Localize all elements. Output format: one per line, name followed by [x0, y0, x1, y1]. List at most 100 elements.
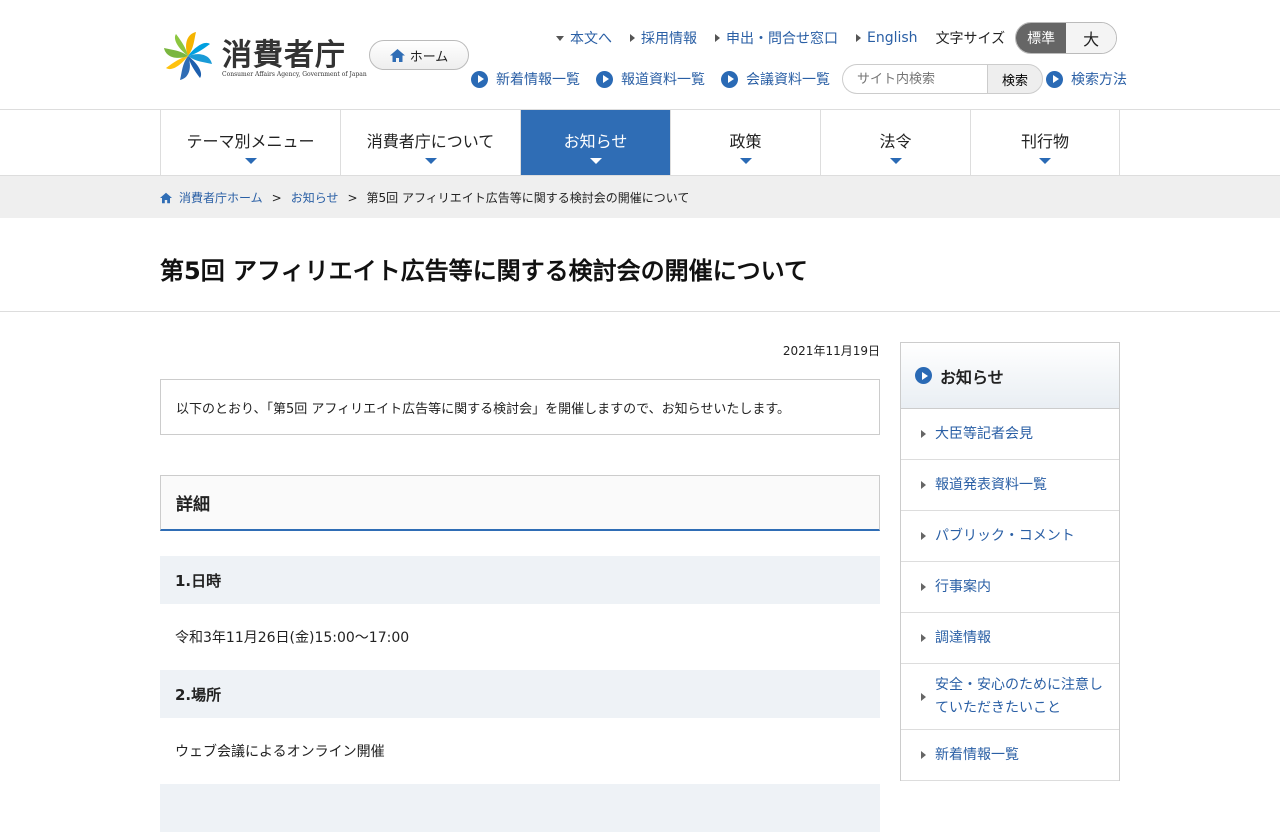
arrow-right-icon: [921, 532, 926, 540]
side-item-label: 報道発表資料一覧: [935, 476, 1047, 493]
breadcrumb-news-link[interactable]: お知らせ: [291, 189, 339, 206]
gnav-item-theme-menu[interactable]: テーマ別メニュー: [161, 110, 341, 175]
side-item-minister-press[interactable]: 大臣等記者会見: [901, 409, 1119, 460]
side-item-events[interactable]: 行事案内: [901, 562, 1119, 613]
site-logo[interactable]: 消費者庁 Consumer Affairs Agency, Government…: [160, 30, 367, 82]
search-button[interactable]: 検索: [987, 64, 1043, 94]
gnav-item-news[interactable]: お知らせ: [521, 110, 671, 175]
play-circle-icon: [471, 70, 488, 88]
gnav-item-laws[interactable]: 法令: [821, 110, 971, 175]
subsection-body-datetime: 令和3年11月26日(金)15:00～17:00: [175, 630, 410, 646]
side-nav: お知らせ 大臣等記者会見 報道発表資料一覧 パブリック・コメント 行事案内 調達…: [900, 342, 1120, 781]
main-content: 2021年11月19日 以下のとおり、「第5回 アフィリエイト広告等に関する検討…: [160, 342, 880, 832]
side-item-label: 調達情報: [935, 629, 991, 646]
breadcrumb-current: 第5回 アフィリエイト広告等に関する検討会の開催について: [366, 191, 690, 205]
side-item-label: 安全・安心のために注意していただきたいこと: [935, 676, 1103, 716]
sub-link-label: 報道資料一覧: [621, 72, 705, 88]
play-circle-icon: [721, 70, 738, 88]
link-meeting-materials[interactable]: 会議資料一覧: [721, 69, 830, 89]
subsection-heading-location: 2.場所: [160, 670, 880, 718]
side-nav-heading: お知らせ: [901, 343, 1119, 409]
breadcrumb-separator: >: [347, 190, 358, 205]
arrow-right-icon: [921, 692, 926, 701]
util-link-english[interactable]: English: [856, 30, 918, 46]
pinwheel-logo-icon: [164, 32, 212, 80]
chevron-down-icon: [1039, 158, 1051, 164]
font-size-label: 文字サイズ: [935, 31, 1006, 47]
sub-link-label: 検索方法: [1071, 72, 1127, 88]
util-link-label: 本文へ: [570, 31, 612, 47]
chevron-down-icon: [424, 158, 437, 164]
sub-link-label: 会議資料一覧: [746, 72, 830, 88]
font-size-large-button[interactable]: 大: [1066, 23, 1117, 53]
arrow-right-icon: [630, 34, 635, 42]
arrow-right-icon: [921, 481, 926, 489]
subsection-heading-next: [160, 784, 880, 832]
logo-subtitle: Consumer Affairs Agency, Government of J…: [222, 71, 367, 78]
sub-link-label: 新着情報一覧: [496, 72, 580, 88]
arrow-right-icon: [921, 751, 926, 759]
link-search-help[interactable]: 検索方法: [1046, 69, 1127, 89]
breadcrumb: 消費者庁ホーム > お知らせ > 第5回 アフィリエイト広告等に関する検討会の開…: [0, 176, 1280, 218]
arrow-down-icon: [556, 35, 564, 41]
site-header: 消費者庁 Consumer Affairs Agency, Government…: [0, 0, 1280, 110]
link-new-info[interactable]: 新着情報一覧: [471, 69, 580, 89]
breadcrumb-home-link[interactable]: 消費者庁ホーム: [179, 189, 263, 206]
side-item-public-comment[interactable]: パブリック・コメント: [901, 511, 1119, 562]
publish-date: 2021年11月19日: [782, 344, 880, 358]
breadcrumb-separator: >: [271, 190, 282, 205]
font-size-toggle: 標準 大: [1015, 22, 1118, 54]
side-item-procurement[interactable]: 調達情報: [901, 613, 1119, 664]
util-link-label: 申出・問合せ窓口: [726, 31, 838, 47]
subsection-heading-datetime: 1.日時: [160, 556, 880, 604]
chevron-down-icon: [739, 158, 752, 164]
side-item-press-releases[interactable]: 報道発表資料一覧: [901, 460, 1119, 511]
side-item-safety[interactable]: 安全・安心のために注意していただきたいこと: [901, 664, 1119, 730]
util-link-label: 採用情報: [641, 31, 697, 47]
intro-box: 以下のとおり、「第5回 アフィリエイト広告等に関する検討会」を開催しますので、お…: [160, 379, 880, 435]
gnav-item-label: お知らせ: [563, 131, 628, 151]
gnav-item-label: テーマ別メニュー: [186, 131, 315, 151]
sub-links-row: 新着情報一覧 報道資料一覧 会議資料一覧 検索 検索方法: [471, 64, 1127, 94]
chevron-down-icon: [244, 158, 257, 164]
home-icon: [389, 48, 405, 62]
section-heading-details: 詳細: [160, 475, 880, 531]
site-search: 検索: [842, 64, 1043, 94]
utility-links: 本文へ 採用情報 申出・問合せ窓口 English 文字サイズ 標準 大: [556, 22, 1118, 54]
page-title-area: 第5回 アフィリエイト広告等に関する検討会の開催について: [0, 218, 1280, 312]
gnav-item-about[interactable]: 消費者庁について: [341, 110, 521, 175]
link-press-releases[interactable]: 報道資料一覧: [596, 69, 705, 89]
gnav-item-publications[interactable]: 刊行物: [971, 110, 1120, 175]
arrow-right-icon: [715, 34, 720, 42]
arrow-right-icon: [921, 634, 926, 642]
font-size-standard-button[interactable]: 標準: [1016, 23, 1067, 53]
play-circle-icon: [596, 70, 613, 88]
page-title: 第5回 アフィリエイト広告等に関する検討会の開催について: [160, 257, 808, 285]
util-link-recruit[interactable]: 採用情報: [630, 28, 697, 48]
global-nav: テーマ別メニュー 消費者庁について お知らせ 政策 法令 刊行物: [0, 110, 1280, 176]
home-button[interactable]: ホーム: [369, 40, 469, 70]
chevron-down-icon: [889, 158, 902, 164]
side-item-label: 行事案内: [935, 578, 991, 595]
gnav-item-label: 刊行物: [1020, 131, 1069, 151]
side-item-new-info[interactable]: 新着情報一覧: [901, 730, 1119, 781]
gnav-item-label: 消費者庁について: [366, 131, 495, 151]
util-link-label: English: [867, 30, 918, 46]
home-icon: [160, 192, 172, 203]
side-item-label: 新着情報一覧: [935, 746, 1019, 763]
arrow-right-icon: [856, 34, 861, 42]
util-link-contact[interactable]: 申出・問合せ窓口: [715, 28, 838, 48]
search-input[interactable]: [842, 64, 987, 94]
arrow-right-icon: [921, 430, 926, 438]
side-item-label: パブリック・コメント: [935, 527, 1075, 544]
logo-text: 消費者庁: [222, 38, 346, 73]
play-circle-icon: [915, 367, 932, 384]
side-item-label: 大臣等記者会見: [935, 425, 1033, 442]
gnav-item-label: 法令: [879, 131, 912, 151]
arrow-right-icon: [921, 583, 926, 591]
subsection-body-location: ウェブ会議によるオンライン開催: [175, 744, 385, 760]
chevron-down-icon: [589, 158, 602, 164]
util-link-skip-to-content[interactable]: 本文へ: [556, 28, 612, 48]
home-button-label: ホーム: [409, 49, 449, 65]
gnav-item-policy[interactable]: 政策: [671, 110, 821, 175]
